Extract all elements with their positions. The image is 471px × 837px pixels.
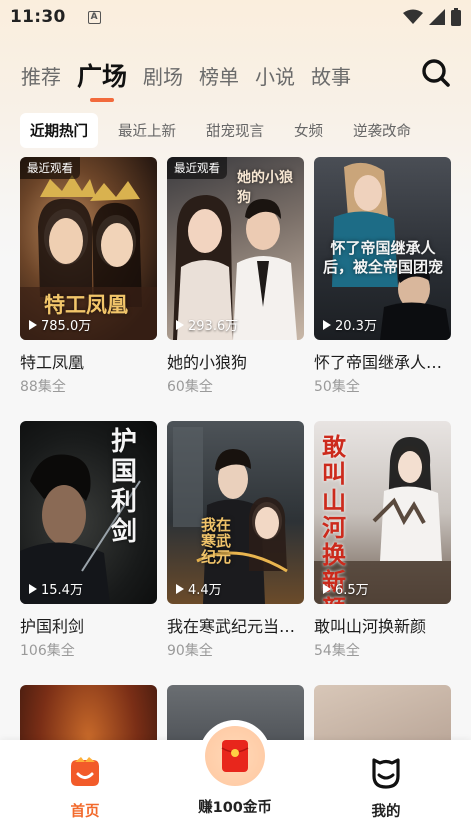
play-icon bbox=[323, 583, 331, 594]
nav-me-label: 我的 bbox=[371, 804, 401, 820]
wifi-icon bbox=[403, 9, 423, 24]
drama-poster: 特工凤凰 最近观看 785.0万 bbox=[20, 157, 157, 340]
search-button[interactable] bbox=[421, 58, 451, 88]
play-icon bbox=[29, 319, 37, 330]
drama-title: 她的小狼狗 bbox=[167, 353, 248, 372]
earn-coins-inner bbox=[205, 726, 265, 786]
recently-watched-badge: 最近观看 bbox=[20, 157, 80, 179]
subtab-sweet-romance[interactable]: 甜宠现言 bbox=[196, 113, 274, 148]
earn-coins-circle bbox=[201, 722, 269, 790]
play-count-value: 20.3万 bbox=[335, 319, 377, 334]
tab-rankings[interactable]: 榜单 bbox=[199, 61, 239, 102]
play-count-value: 6.5万 bbox=[335, 583, 369, 598]
drama-card[interactable]: 特工凤凰 最近观看 785.0万 特工凤凰 88集全 bbox=[20, 157, 157, 396]
search-icon bbox=[422, 59, 450, 87]
nav-home[interactable]: 首页 bbox=[55, 740, 115, 821]
drama-card[interactable]: 护国利剑 15.4万 护国利剑 106集全 bbox=[20, 421, 157, 660]
episode-count: 90集全 bbox=[167, 643, 213, 659]
home-icon bbox=[71, 757, 99, 786]
subtab-new-releases[interactable]: 最近上新 bbox=[108, 113, 186, 148]
play-count: 20.3万 bbox=[323, 315, 377, 334]
status-bar: 11:30 A bbox=[0, 0, 471, 34]
drama-title: 敢叫山河换新颜 bbox=[314, 617, 427, 636]
drama-title: 怀了帝国继承人后，被全帝国团宠 bbox=[314, 353, 451, 372]
drama-poster: 敢叫山河换新颜 6.5万 bbox=[314, 421, 451, 604]
play-count-value: 293.6万 bbox=[188, 319, 239, 334]
top-category-tabs: 推荐 广场 剧场 榜单 小说 故事 bbox=[0, 54, 471, 102]
episode-count: 106集全 bbox=[20, 643, 75, 659]
drama-poster: 怀了帝国继承人后，被全帝国团宠 20.3万 bbox=[314, 157, 451, 340]
tab-recommend[interactable]: 推荐 bbox=[21, 61, 61, 102]
battery-icon bbox=[451, 8, 461, 26]
episode-count: 88集全 bbox=[20, 379, 66, 395]
play-count-value: 4.4万 bbox=[188, 583, 222, 598]
signal-icon bbox=[429, 9, 445, 25]
drama-poster: 我在寒武纪元 4.4万 bbox=[167, 421, 304, 604]
play-count: 785.0万 bbox=[29, 315, 91, 334]
episode-count: 54集全 bbox=[314, 643, 360, 659]
status-a-indicator: A bbox=[87, 10, 101, 24]
play-count-value: 785.0万 bbox=[41, 319, 92, 334]
nav-me[interactable]: 我的 bbox=[356, 740, 416, 821]
drama-poster: 护国利剑 15.4万 bbox=[20, 421, 157, 604]
drama-title: 特工凤凰 bbox=[20, 353, 85, 372]
red-packet-icon bbox=[221, 740, 249, 772]
drama-card[interactable]: 她的小狼狗 最近观看 293.6万 她的小狼狗 60集全 bbox=[167, 157, 304, 396]
play-icon bbox=[323, 319, 331, 330]
drama-card[interactable]: 我在寒武纪元 4.4万 我在寒武纪元当首富 90集全 bbox=[167, 421, 304, 660]
poster-title-text: 我在寒武纪元 bbox=[201, 516, 232, 566]
poster-title-text: 怀了帝国继承人后，被全帝国团宠 bbox=[322, 239, 443, 276]
play-icon bbox=[176, 319, 184, 330]
poster-title-text: 她的小狼狗 bbox=[237, 170, 293, 206]
drama-card[interactable]: 怀了帝国继承人后，被全帝国团宠 20.3万 怀了帝国继承人后，被全帝国团宠 50… bbox=[314, 157, 451, 396]
subtab-comeback[interactable]: 逆袭改命 bbox=[343, 113, 421, 148]
subtab-female[interactable]: 女频 bbox=[284, 113, 333, 148]
drama-poster: 她的小狼狗 最近观看 293.6万 bbox=[167, 157, 304, 340]
sub-filter-tabs: 近期热门 最近上新 甜宠现言 女频 逆袭改命 bbox=[0, 112, 471, 148]
play-count: 15.4万 bbox=[29, 579, 83, 598]
tab-plaza[interactable]: 广场 bbox=[77, 57, 127, 102]
drama-title: 护国利剑 bbox=[20, 617, 85, 636]
tab-theater[interactable]: 剧场 bbox=[143, 61, 183, 102]
play-icon bbox=[29, 583, 37, 594]
episode-count: 60集全 bbox=[167, 379, 213, 395]
poster-title-text: 护国利剑 bbox=[110, 427, 137, 547]
nav-home-label: 首页 bbox=[70, 804, 100, 820]
play-count: 4.4万 bbox=[176, 579, 222, 598]
tab-novels[interactable]: 小说 bbox=[255, 61, 295, 102]
drama-title: 我在寒武纪元当首富 bbox=[167, 617, 304, 636]
profile-face-icon bbox=[372, 758, 400, 789]
status-icons bbox=[403, 8, 461, 26]
play-count: 6.5万 bbox=[323, 579, 369, 598]
subtab-hot-recent[interactable]: 近期热门 bbox=[20, 112, 98, 148]
drama-card[interactable]: 敢叫山河换新颜 6.5万 敢叫山河换新颜 54集全 bbox=[314, 421, 451, 660]
recently-watched-badge: 最近观看 bbox=[167, 157, 227, 179]
earn-coins-button[interactable]: 赚100金币 bbox=[186, 722, 284, 817]
poster-figures bbox=[173, 427, 288, 604]
play-count: 293.6万 bbox=[176, 315, 238, 334]
tab-stories[interactable]: 故事 bbox=[311, 61, 351, 102]
episode-count: 50集全 bbox=[314, 379, 360, 395]
play-icon bbox=[176, 583, 184, 594]
status-time: 11:30 bbox=[10, 7, 66, 27]
play-count-value: 15.4万 bbox=[41, 583, 83, 598]
earn-coins-label: 赚100金币 bbox=[198, 800, 272, 816]
